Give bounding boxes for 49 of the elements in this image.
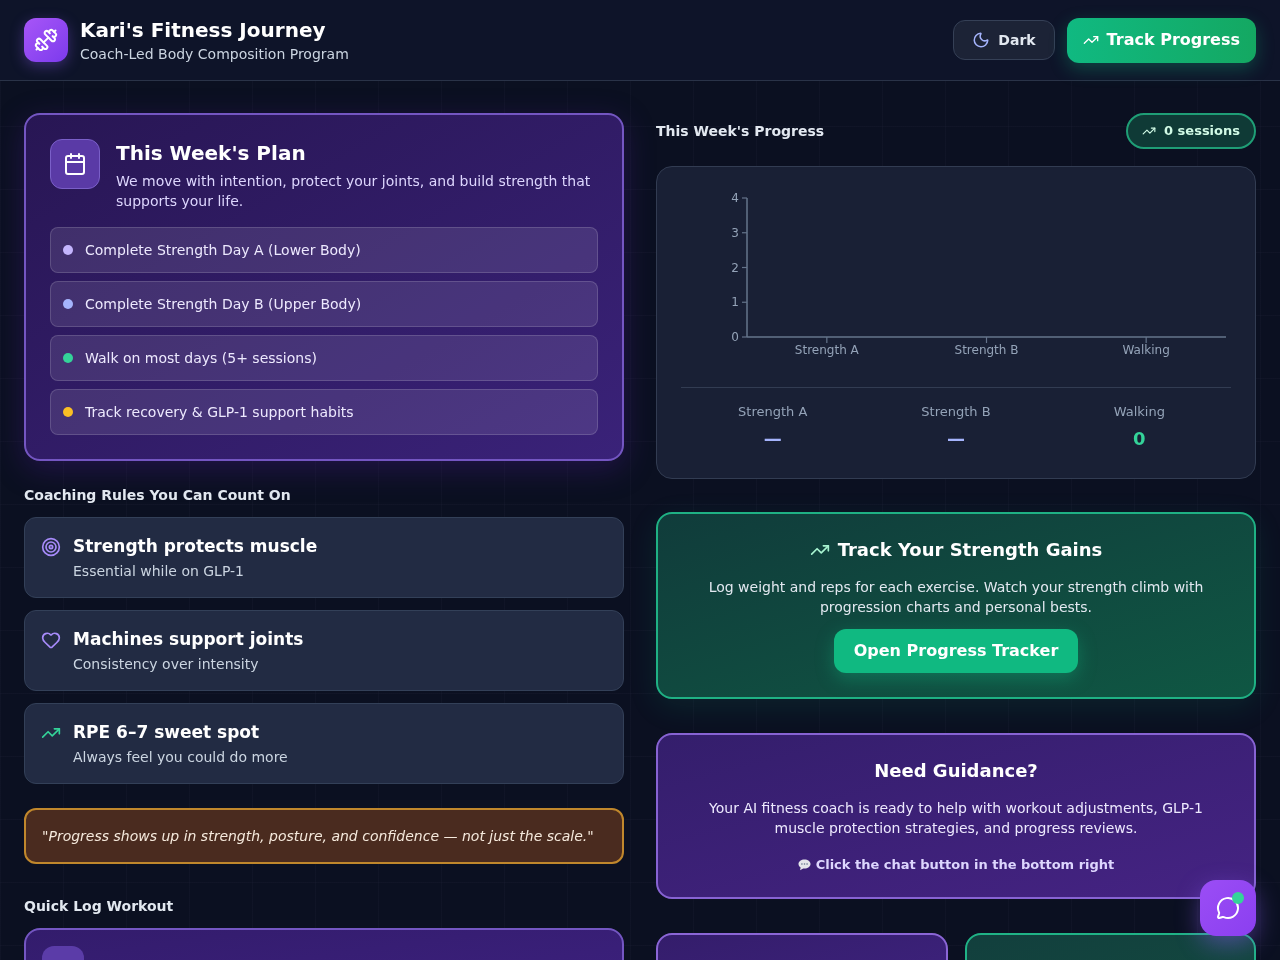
y-tick-label: 1 [731, 295, 739, 310]
plan-title: This Week's Plan [116, 140, 307, 167]
guidance-description: Your AI fitness coach is ready to help with workout adjustments, GLP-1 muscle protection strategies, and progress reviews. [708, 799, 1204, 838]
stat-value: — [947, 428, 965, 450]
stat-label: Walking [1113, 404, 1165, 420]
y-tick-label: 3 [731, 225, 739, 240]
guidance-title: Need Guidance? [874, 759, 1038, 783]
stat-label: Strength B [921, 404, 991, 420]
tracker-description: Log weight and reps for each exercise. Watch your strength climb with progression charts and personal bests. [707, 578, 1205, 617]
stat-value: 0 [1133, 428, 1146, 450]
guidance-hint: Click the chat button in the bottom right [815, 856, 1115, 874]
plan-item-text: Walk on most days (5+ sessions) [85, 349, 317, 368]
calendar-icon [50, 139, 100, 189]
theme-toggle-button[interactable]: Dark [953, 20, 1055, 60]
stat-value: — [763, 428, 782, 450]
rule-title: Machines support joints [73, 628, 304, 651]
chat-icon [1216, 896, 1240, 920]
plan-item-text: Complete Strength Day B (Upper Body) [85, 295, 362, 314]
tracker-title: Track Your Strength Gains [837, 538, 1103, 562]
rule-subtitle: Essential while on GLP-1 [73, 562, 245, 581]
heart-icon [41, 630, 61, 650]
section-heading: This Week's Progress [656, 122, 825, 141]
moon-icon [972, 31, 991, 49]
quote-card: "Progress shows up in strength, posture, and confidence — not just the scale." [24, 808, 624, 864]
plan-description: We move with intention, protect your joints, and build strength that supports your life. [116, 172, 592, 211]
rule-title: RPE 6–7 sweet spot [73, 721, 261, 744]
app-subtitle: Coach-Led Body Composition Program [80, 45, 349, 64]
y-tick-label: 2 [731, 260, 739, 275]
track-progress-button[interactable]: Track Progress [1066, 17, 1256, 63]
section-heading: Coaching Rules You Can Count On [24, 486, 292, 505]
rule-title: Strength protects muscle [73, 535, 318, 558]
x-category-label: Strength A [794, 343, 859, 357]
y-tick-label: 0 [731, 330, 739, 344]
x-category-label: Strength B [954, 343, 1019, 357]
dumbbell-logo-icon [24, 18, 68, 62]
x-category-label: Walking [1122, 343, 1170, 357]
rule-subtitle: Consistency over intensity [73, 655, 260, 674]
app-title: Kari's Fitness Journey [80, 17, 327, 44]
rule-subtitle: Always feel you could do more [73, 748, 288, 767]
y-tick-label: 4 [731, 191, 739, 205]
open-tracker-button[interactable]: Open Progress Tracker [833, 629, 1079, 673]
chat-button[interactable] [1200, 880, 1256, 936]
target-icon [41, 537, 61, 557]
section-heading: Quick Log Workout [24, 897, 175, 916]
speech-bubble-icon [797, 859, 811, 871]
plan-item-text: Complete Strength Day A (Lower Body) [85, 241, 361, 260]
plan-item-text: Track recovery & GLP-1 support habits [85, 403, 354, 422]
sessions-badge: 0 sessions [1126, 113, 1256, 149]
stat-label: Strength A [738, 404, 808, 420]
